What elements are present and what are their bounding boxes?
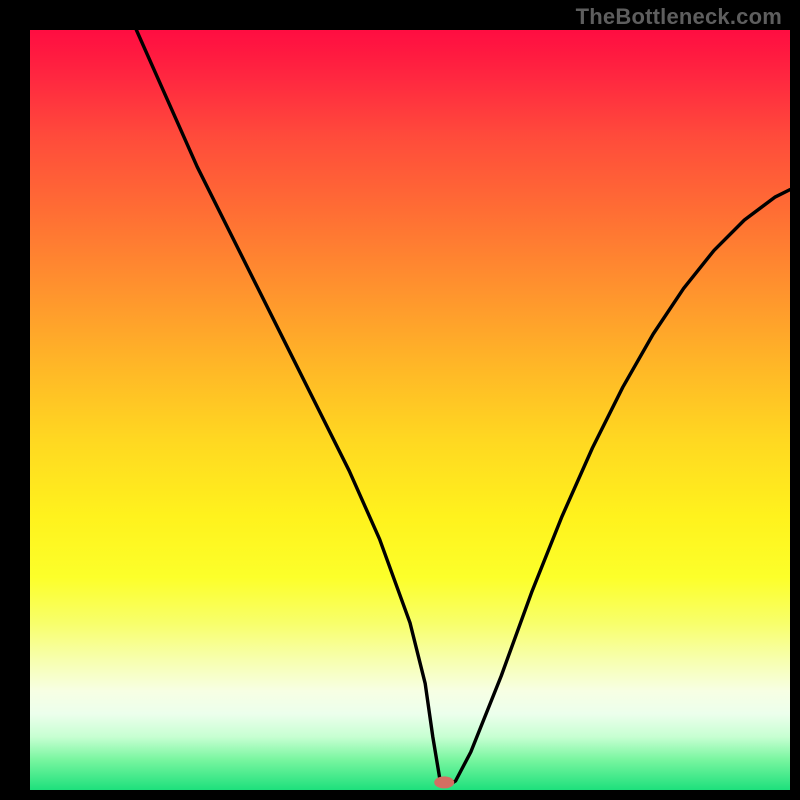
chart-container: TheBottleneck.com <box>0 0 800 800</box>
watermark-text: TheBottleneck.com <box>576 4 782 30</box>
marker-layer <box>30 30 790 790</box>
optimal-marker <box>434 776 454 788</box>
plot-area <box>30 30 790 790</box>
